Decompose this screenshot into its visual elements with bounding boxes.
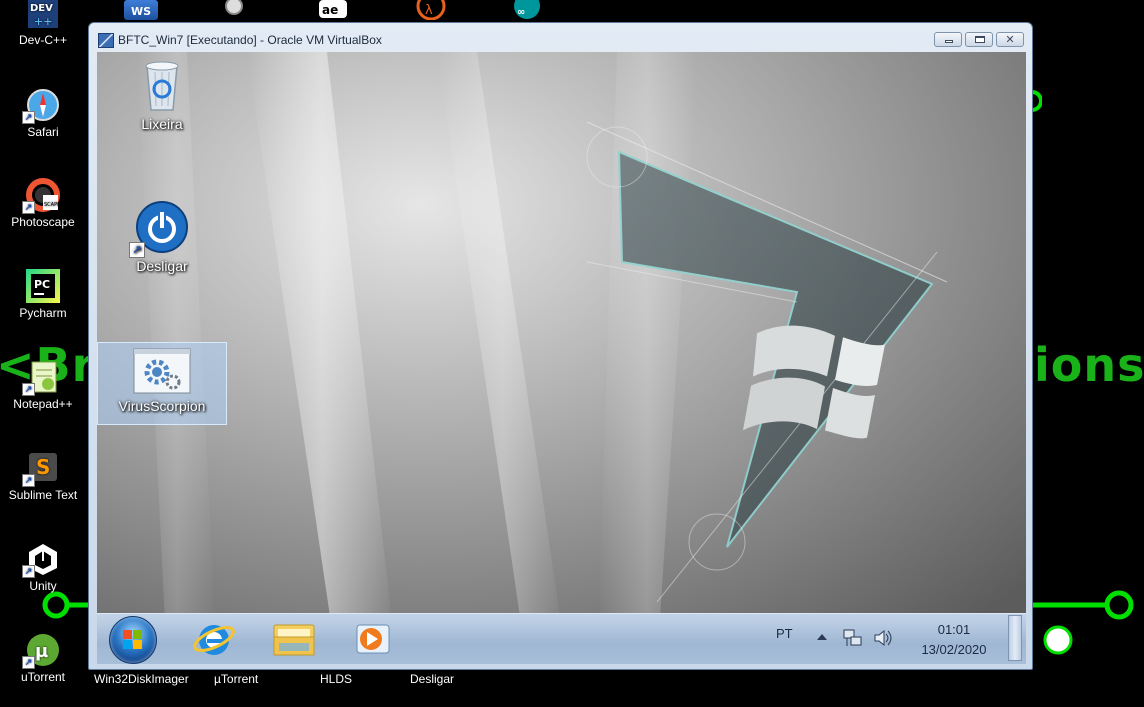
host-icon-pycharm[interactable]: PC Pycharm: [0, 269, 86, 320]
svg-text:λ: λ: [425, 3, 433, 18]
host-icon-utorrent[interactable]: µ ↗ uTorrent: [0, 633, 86, 684]
host-icon-sublime[interactable]: S ↗ Sublime Text: [0, 451, 86, 502]
host-icon-label: Photoscape: [11, 215, 75, 229]
host-icon-utorrent-2[interactable]: µTorrent: [214, 672, 258, 686]
desktop-icon-label: VirusScorpion: [118, 398, 206, 414]
half-life-icon[interactable]: λ: [414, 0, 448, 21]
minimize-icon: [935, 33, 961, 46]
close-icon: ✕: [1005, 33, 1015, 46]
photoscape-icon: SCAPE ↗: [22, 178, 60, 214]
window-titlebar[interactable]: BFTC_Win7 [Executando] - Oracle VM Virtu…: [89, 23, 1032, 53]
media-player-icon: [356, 624, 390, 654]
svg-text:PC: PC: [34, 278, 50, 291]
host-icon-photoscape[interactable]: SCAPE ↗ Photoscape: [0, 178, 86, 229]
window-controls: ✕: [934, 32, 1024, 47]
start-button[interactable]: [109, 616, 157, 664]
shortcut-arrow-icon: ↗: [22, 383, 35, 396]
webstorm-icon[interactable]: WS: [124, 0, 158, 20]
svg-text:ae: ae: [322, 3, 338, 17]
host-icon-safari[interactable]: ↗ Safari: [0, 88, 86, 139]
host-icon-label: Notepad++: [13, 397, 73, 411]
shortcut-arrow-icon: ↗: [22, 201, 35, 214]
show-hidden-icons-button[interactable]: [817, 634, 827, 640]
shortcut-arrow-icon: ↗: [129, 242, 145, 258]
svg-text:WS: WS: [131, 5, 151, 18]
circuit-decoration-right: [1030, 590, 1134, 620]
app-icon-partial[interactable]: ae: [316, 0, 350, 20]
desktop-icon-label: Desligar: [136, 258, 188, 274]
taskbar-windows-explorer[interactable]: [265, 617, 323, 661]
sublime-icon: S ↗: [22, 451, 60, 487]
shortcut-arrow-icon: ↗: [22, 565, 35, 578]
language-indicator[interactable]: PT: [776, 626, 793, 641]
guest-display[interactable]: Lixeira ↗ Desligar VirusScorpion PT 01:0…: [97, 52, 1026, 664]
desktop-icon-desligar[interactable]: ↗ Desligar: [97, 200, 227, 274]
shortcut-arrow-icon: ↗: [22, 111, 35, 124]
host-icon-label: Dev-C++: [18, 33, 68, 47]
host-icon-label: Safari: [27, 125, 59, 139]
svg-text:DEV: DEV: [30, 3, 53, 14]
clock-date: 13/02/2020: [921, 642, 987, 657]
desktop-icon-label: Lixeira: [141, 116, 183, 132]
svg-text:S: S: [36, 455, 50, 479]
close-button[interactable]: ✕: [996, 32, 1024, 47]
volume-icon[interactable]: [873, 628, 893, 648]
host-wallpaper-text-right: ions>: [1034, 338, 1144, 392]
desktop-icon-virusscorpion[interactable]: VirusScorpion: [97, 342, 227, 425]
host-icon-label: Pycharm: [19, 306, 67, 320]
shortcut-arrow-icon: ↗: [22, 656, 35, 669]
clock-time: 01:01: [937, 622, 971, 637]
windows7-wallpaper: [97, 52, 1026, 664]
internet-explorer-icon: [193, 625, 235, 655]
power-icon: ↗: [129, 200, 189, 258]
host-icon-unity[interactable]: ↗ Unity: [0, 542, 86, 593]
utorrent-icon: µ ↗: [22, 633, 60, 669]
virtualbox-window: BFTC_Win7 [Executando] - Oracle VM Virtu…: [88, 22, 1033, 670]
host-icon-label: Unity: [29, 579, 57, 593]
recycle-bin-icon: [135, 58, 189, 112]
maximize-button[interactable]: [965, 32, 993, 47]
safari-icon: ↗: [22, 88, 60, 124]
devcpp-icon: DEV ++: [26, 0, 60, 30]
maximize-icon: [966, 33, 992, 46]
network-icon[interactable]: [843, 628, 863, 648]
svg-text:++: ++: [34, 15, 52, 28]
search-app-icon[interactable]: [218, 0, 252, 20]
window-title: BFTC_Win7 [Executando] - Oracle VM Virtu…: [118, 33, 382, 47]
virtualbox-icon[interactable]: [98, 33, 114, 48]
minimize-button[interactable]: [934, 32, 962, 47]
taskbar-media-player[interactable]: [345, 617, 403, 661]
svg-text:∞: ∞: [517, 7, 525, 18]
host-icon-devcpp[interactable]: DEV ++ Dev-C++: [0, 0, 86, 47]
host-icon-notepadpp[interactable]: ↗ Notepad++: [0, 360, 86, 411]
pycharm-icon: PC: [26, 269, 60, 303]
guest-taskbar: PT 01:01 13/02/2020: [97, 613, 1026, 664]
host-icon-desligar[interactable]: Desligar: [410, 672, 454, 686]
clock[interactable]: 01:01 13/02/2020: [909, 620, 999, 660]
svg-text:µ: µ: [35, 641, 48, 662]
circuit-node-right: [1043, 625, 1073, 655]
notepadpp-icon: ↗: [22, 360, 60, 396]
gear-app-icon: [133, 348, 191, 394]
svg-text:SCAPE: SCAPE: [44, 202, 60, 208]
host-icon-label: uTorrent: [20, 670, 66, 684]
windows-explorer-icon: [273, 624, 315, 656]
host-icon-win32diskimager[interactable]: Win32DiskImager: [94, 672, 189, 686]
unity-icon: ↗: [22, 542, 60, 578]
show-desktop-button[interactable]: [1008, 615, 1022, 661]
desktop-icon-lixeira[interactable]: Lixeira: [97, 58, 227, 132]
windows-logo-icon: [123, 630, 142, 649]
arduino-icon[interactable]: ∞: [510, 0, 544, 20]
shortcut-arrow-icon: ↗: [22, 474, 35, 487]
host-icon-hlds[interactable]: HLDS: [320, 672, 352, 686]
host-icon-label: Sublime Text: [8, 488, 78, 502]
taskbar-internet-explorer[interactable]: [185, 617, 243, 661]
